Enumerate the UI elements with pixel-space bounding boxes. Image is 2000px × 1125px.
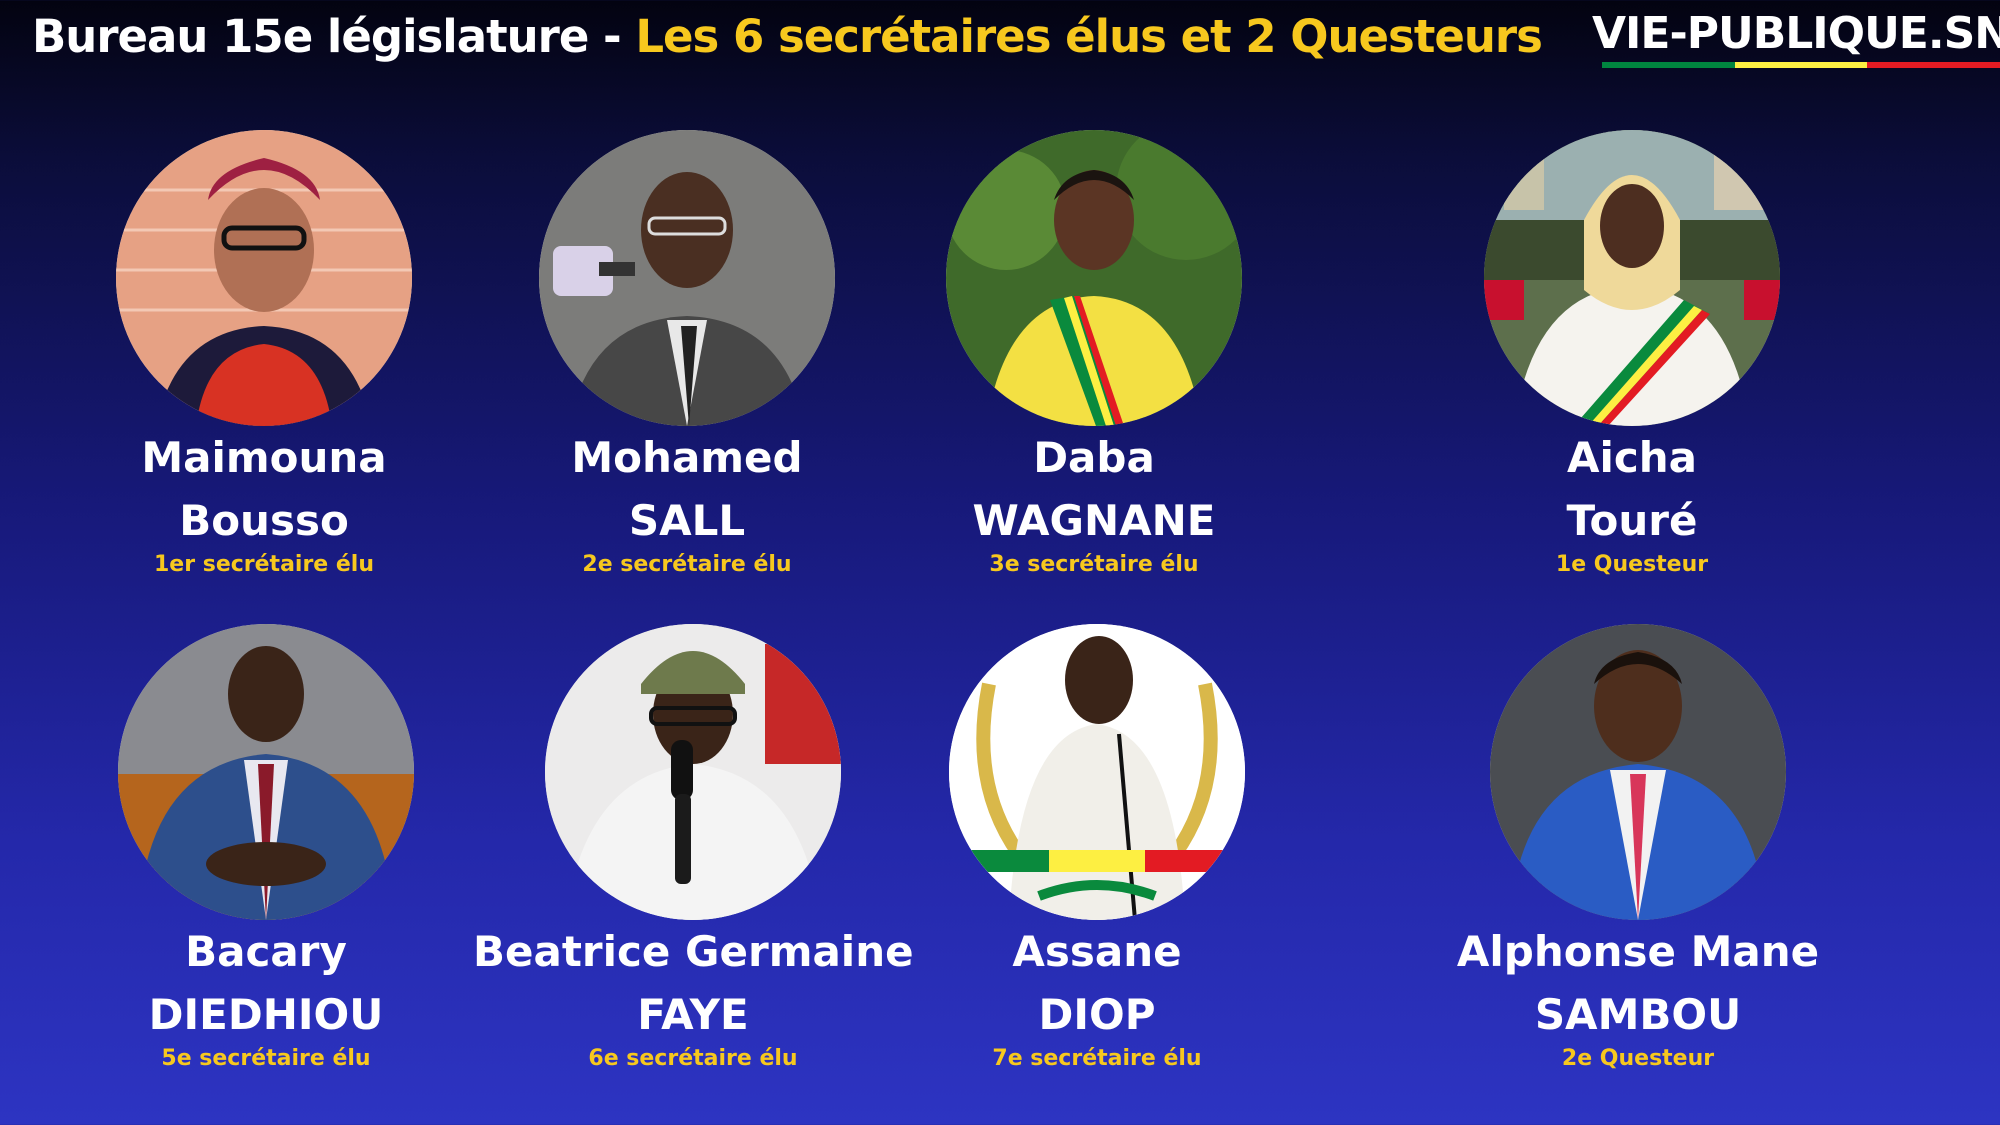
member-photo [545, 624, 841, 920]
member-role: 7e secrétaire élu [992, 1046, 1202, 1071]
member-last-name: SAMBOU [1534, 990, 1742, 1039]
member-card: Assane DIOP 7e secrétaire élu [877, 624, 1317, 1072]
member-first-name: Assane [1012, 927, 1182, 976]
member-card: Bacary DIEDHIOU 5e secrétaire élu [46, 624, 486, 1072]
portrait-icon [1484, 130, 1780, 426]
member-role: 2e secrétaire élu [582, 552, 792, 577]
member-photo [116, 130, 412, 426]
member-photo [946, 130, 1242, 426]
member-role: 1e Questeur [1555, 552, 1709, 577]
member-last-name: Bousso [179, 496, 349, 545]
member-last-name: SALL [628, 496, 746, 545]
member-card: Alphonse Mane SAMBOU 2e Questeur [1418, 624, 1858, 1072]
portrait-icon [118, 624, 414, 920]
flag-yellow-stripe [1734, 62, 1868, 68]
member-role: 3e secrétaire élu [989, 552, 1199, 577]
member-role: 2e Questeur [1561, 1046, 1715, 1071]
portrait-icon [949, 624, 1245, 920]
flag-stripe [1602, 62, 2000, 68]
member-last-name: FAYE [637, 990, 749, 1039]
member-last-name: WAGNANE [972, 496, 1216, 545]
title-highlight: Les 6 secrétaires élus et 2 Questeurs [635, 10, 1543, 63]
flag-red-stripe [1867, 62, 2000, 68]
member-first-name: Aicha [1566, 433, 1698, 482]
portrait-icon [116, 130, 412, 426]
member-card: Mohamed SALL 2e secrétaire élu [467, 130, 907, 578]
member-photo [118, 624, 414, 920]
member-first-name: Beatrice Germaine [473, 927, 914, 976]
member-first-name: Daba [1033, 433, 1155, 482]
member-role: 5e secrétaire élu [161, 1046, 371, 1071]
member-card: Aicha Touré 1e Questeur [1412, 130, 1852, 578]
portrait-icon [545, 624, 841, 920]
member-first-name: Mohamed [571, 433, 803, 482]
portrait-icon [946, 130, 1242, 426]
member-photo [539, 130, 835, 426]
portrait-icon [1490, 624, 1786, 920]
member-role: 1er secrétaire élu [153, 552, 375, 577]
member-photo [1490, 624, 1786, 920]
brand-logo: VIE-PUBLIQUE.SN [1592, 8, 2000, 59]
portrait-icon [539, 130, 835, 426]
member-last-name: Touré [1566, 496, 1698, 545]
member-role: 6e secrétaire élu [588, 1046, 798, 1071]
member-photo [949, 624, 1245, 920]
member-first-name: Alphonse Mane [1456, 927, 1820, 976]
member-photo [1484, 130, 1780, 426]
member-last-name: DIOP [1038, 990, 1156, 1039]
title-main: Bureau 15e législature - [32, 10, 636, 63]
member-first-name: Bacary [185, 927, 347, 976]
flag-green-stripe [1602, 62, 1735, 68]
member-card: Maimouna Bousso 1er secrétaire élu [44, 130, 484, 578]
member-first-name: Maimouna [141, 433, 387, 482]
member-card: Daba WAGNANE 3e secrétaire élu [874, 130, 1314, 578]
header: Bureau 15e législature - Les 6 secrétair… [0, 0, 2000, 80]
member-last-name: DIEDHIOU [148, 990, 384, 1039]
member-card: Beatrice Germaine FAYE 6e secrétaire élu [473, 624, 914, 1072]
page-title: Bureau 15e législature - Les 6 secrétair… [32, 10, 1543, 63]
